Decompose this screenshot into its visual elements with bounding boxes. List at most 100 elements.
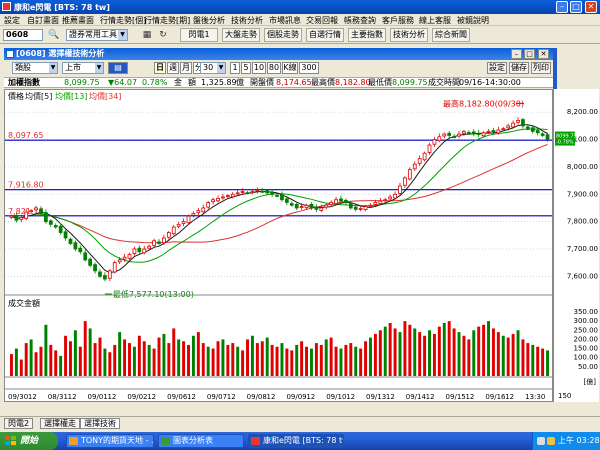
windows-logo-icon (5, 436, 16, 445)
chart-settings-button[interactable]: 設定 (487, 62, 507, 74)
network-icon[interactable] (537, 437, 545, 445)
toolbar-button-news[interactable]: 綜合新聞 (432, 28, 470, 42)
period-day-button[interactable]: 日 (154, 62, 166, 74)
candle-body (521, 119, 525, 127)
candle-body (525, 126, 530, 130)
candle-body (530, 127, 535, 132)
date-axis-label: 09/02 (127, 393, 147, 401)
menu-account-query[interactable]: 帳務查詢 (344, 15, 376, 26)
volume-bar (369, 337, 372, 376)
tool-icon[interactable]: ▦ (140, 29, 154, 41)
interval-select[interactable]: 30 ▼ (200, 62, 226, 74)
chart-type-button[interactable]: ▤ (108, 62, 128, 74)
menu-market-news[interactable]: 市場訊息 (269, 15, 301, 26)
tab-options-trend[interactable]: 選擇權走 (40, 418, 80, 429)
menu-customer-service[interactable]: 客戶服務 (382, 15, 414, 26)
menu-help[interactable]: 被鏡說明 (457, 15, 489, 26)
amount-label: 金 (174, 78, 182, 87)
range-1-button[interactable]: 1 (230, 62, 240, 74)
range-80-button[interactable]: 80 (267, 62, 281, 74)
menu-after-hours[interactable]: 盤後分析 (193, 15, 225, 26)
doc-maximize-button[interactable]: □ (524, 49, 535, 59)
candle-body (427, 144, 432, 153)
stock-code-input[interactable]: 0608 (3, 29, 43, 41)
menu-quotes-futures[interactable]: 行情走勢[期] (144, 15, 190, 26)
category-select[interactable]: 類股 ▼ (12, 62, 58, 74)
minimize-button[interactable]: – (556, 1, 568, 13)
volume-icon[interactable] (547, 437, 555, 445)
candle-body (122, 256, 127, 260)
date-axis-label: 12 (386, 393, 395, 401)
menu-online-support[interactable]: 線上客服 (419, 15, 451, 26)
candle-body (68, 238, 73, 244)
tool-select[interactable]: 證券常用工具 ▼ (66, 29, 128, 41)
volume-bar (285, 348, 289, 376)
count-field[interactable]: 300 (299, 62, 319, 74)
toolbar-button-stock-trend[interactable]: 個股走勢 (264, 28, 302, 42)
start-label: 開始 (20, 436, 39, 446)
volume-bar (359, 348, 363, 376)
candle-body (304, 204, 309, 209)
legend-price: 價格 (8, 91, 24, 101)
search-icon[interactable]: 🔍 (47, 29, 61, 41)
menu-recommended-screen[interactable]: 推薦畫面 (62, 15, 94, 26)
candle-body (437, 136, 442, 142)
quote-info-bar: 加權指數 8,099.75 ▼64.07 0.78% 金 額 1,325.89 … (4, 77, 553, 88)
volume-bar (270, 344, 274, 376)
candle-body (44, 212, 48, 223)
chart-control-bar: 類股 ▼ 上市 ▼ ▤ 日 週 月 分 30 ▼ 1 5 10 80 K線 30… (4, 60, 553, 76)
menu-trade-report[interactable]: 交易回報 (306, 15, 338, 26)
candle-body (407, 169, 412, 180)
period-week-button[interactable]: 週 (167, 62, 179, 74)
candle-body (412, 163, 417, 170)
candle-body (496, 129, 501, 134)
candle-body (457, 133, 461, 137)
chart-save-button[interactable]: 儲存 (509, 62, 529, 74)
doc-close-button[interactable]: ✕ (538, 49, 549, 59)
period-month-button[interactable]: 月 (180, 62, 192, 74)
menu-settings[interactable]: 設定 (4, 15, 20, 26)
toolbar-button-flash1[interactable]: 閃電1 (180, 28, 218, 42)
volume-bar (305, 346, 309, 376)
volume-bar (196, 332, 200, 376)
menu-technical-analysis[interactable]: 技術分析 (231, 15, 263, 26)
toolbar-button-watchlist[interactable]: 自選行情 (306, 28, 344, 42)
close-button[interactable]: ✕ (585, 1, 597, 13)
time-label: 成交時間 (428, 78, 460, 87)
chart-print-button[interactable]: 列印 (531, 62, 551, 74)
tab-flash2[interactable]: 閃電2 (4, 418, 34, 429)
taskbar-item-browser[interactable]: TONY的期貨天地 - ... (66, 434, 154, 448)
taskbar-item-chart-table[interactable]: 圖表分析表 (158, 434, 244, 448)
volume-bar (408, 324, 412, 376)
candle-body (34, 207, 38, 211)
candle-body (221, 196, 225, 199)
taskbar-item-trading-app[interactable]: 康和e閃電 [BTS: 78 tw] (248, 434, 344, 448)
range-10-button[interactable]: 10 (252, 62, 266, 74)
volume-bar (78, 346, 82, 376)
volume-bar (162, 333, 166, 376)
tab-options-technical[interactable]: 選擇技術 (80, 418, 120, 429)
menu-custom-screen[interactable]: 自訂畫面 (27, 15, 59, 26)
price-chart-area[interactable]: 價格 均價[5] 均價[13] 均價[34] 8,097.65 7,916.80 7,821… (4, 89, 553, 402)
candle-body (324, 204, 329, 208)
toolbar-button-main-index[interactable]: 主要指數 (348, 28, 386, 42)
range-5-button[interactable]: 5 (241, 62, 251, 74)
maximize-button[interactable]: □ (570, 1, 582, 13)
volume-bar (373, 333, 377, 376)
doc-minimize-button[interactable]: – (511, 49, 522, 59)
category-select-value: 類股 (15, 63, 31, 72)
refresh-icon[interactable]: ↻ (156, 29, 170, 41)
volume-bar (482, 324, 486, 376)
market-select[interactable]: 上市 ▼ (62, 62, 104, 74)
volume-bar (290, 350, 294, 376)
start-button[interactable]: 開始 (0, 432, 58, 450)
candle-body (19, 217, 24, 220)
volume-bar (516, 330, 520, 376)
toolbar-button-technical[interactable]: 技術分析 (390, 28, 428, 42)
k-line-button[interactable]: K線 (282, 62, 298, 74)
date-axis-label: 09/14 (406, 393, 427, 401)
candle-body (186, 215, 191, 224)
volume-bar (300, 341, 304, 376)
toolbar-button-market-trend[interactable]: 大盤走勢 (222, 28, 260, 42)
menu-quotes-stock[interactable]: 行情走勢[個] (100, 15, 146, 26)
